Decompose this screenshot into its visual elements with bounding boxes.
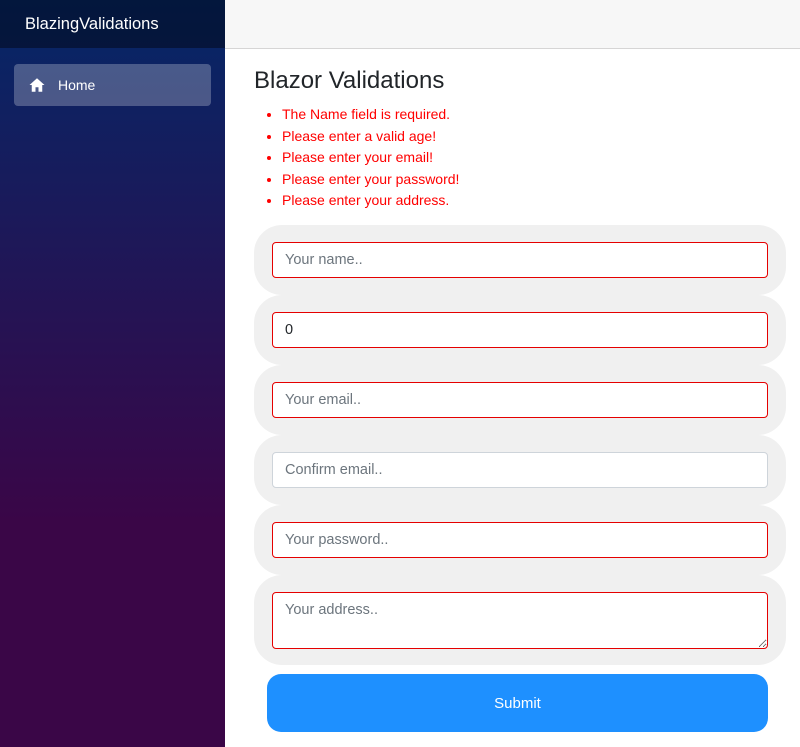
page-title: Blazor Validations — [254, 67, 445, 94]
sidebar-item-label: Home — [58, 77, 96, 93]
email-field-row — [254, 365, 786, 435]
sidebar-item-home[interactable]: Home — [14, 64, 211, 106]
validation-message: Please enter your password! — [282, 169, 786, 191]
email-input[interactable] — [272, 382, 768, 418]
validation-message: Please enter a valid age! — [282, 126, 786, 148]
validation-message: Please enter your email! — [282, 147, 786, 169]
top-bar — [225, 0, 800, 49]
home-icon — [28, 76, 46, 94]
name-input[interactable] — [272, 242, 768, 278]
age-field-row — [254, 295, 786, 365]
main-content: Blazor Validations The Name field is req… — [254, 49, 786, 212]
sidebar: BlazingValidations Home — [0, 0, 225, 747]
address-field-row — [254, 575, 786, 665]
name-field-row — [254, 225, 786, 295]
validation-message: Please enter your address. — [282, 190, 786, 212]
password-input[interactable] — [272, 522, 768, 558]
validation-message: The Name field is required. — [282, 104, 786, 126]
confirm-email-input[interactable] — [272, 452, 768, 488]
brand-bar: BlazingValidations — [0, 0, 225, 48]
app-brand[interactable]: BlazingValidations — [25, 15, 159, 34]
password-field-row — [254, 505, 786, 575]
submit-button[interactable]: Submit — [267, 674, 768, 732]
address-textarea[interactable] — [272, 591, 768, 649]
validation-summary: The Name field is required. Please enter… — [254, 104, 786, 212]
confirm-email-field-row — [254, 435, 786, 505]
age-input[interactable] — [272, 312, 768, 348]
